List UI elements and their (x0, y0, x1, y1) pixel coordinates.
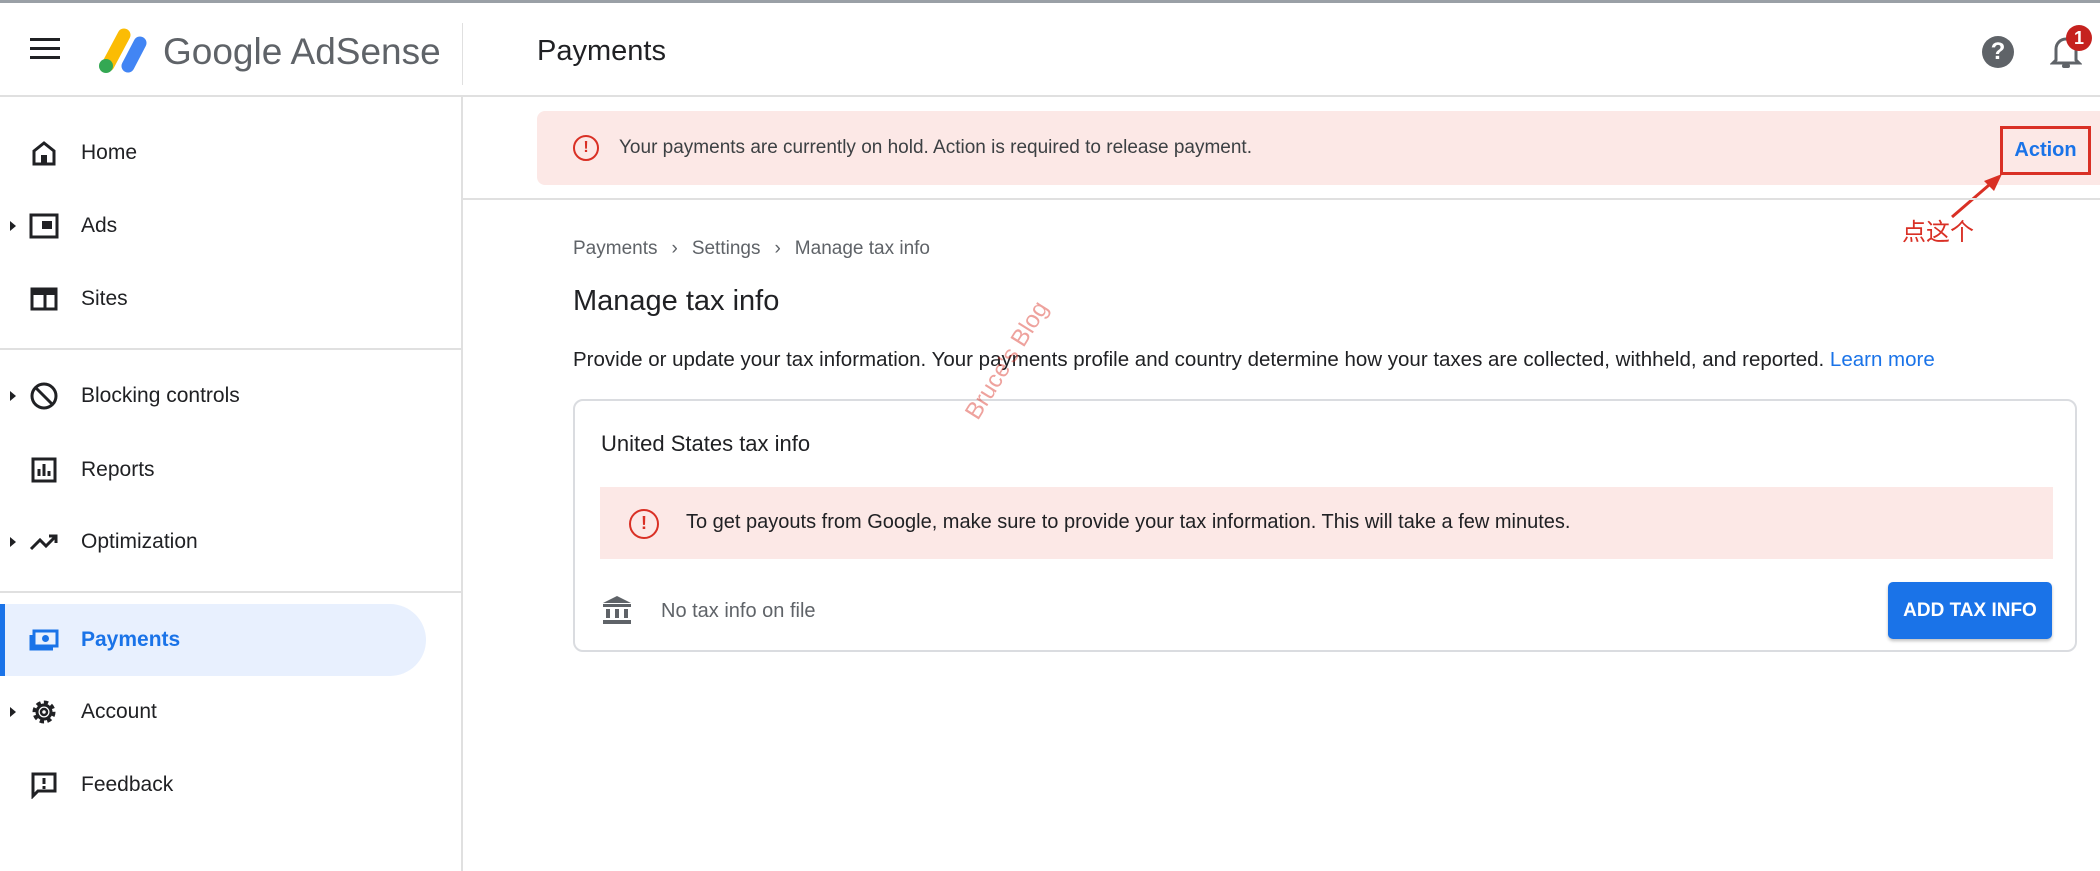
description-text: Provide or update your tax information. … (573, 348, 1825, 371)
sidebar-item-payments[interactable]: Payments (0, 604, 426, 676)
breadcrumb-settings[interactable]: Settings (692, 238, 761, 260)
adsense-logo (99, 28, 147, 73)
sidebar-item-label: Ads (81, 214, 118, 237)
sidebar-item-account[interactable]: Account (0, 676, 426, 748)
breadcrumb: Payments › Settings › Manage tax info (573, 238, 930, 260)
us-tax-info-card: United States tax info ! To get payouts … (573, 399, 2077, 652)
chevron-right-icon: › (671, 238, 678, 259)
trending-up-icon (29, 527, 59, 557)
block-icon (29, 381, 59, 411)
sidebar-item-label: Blocking controls (81, 384, 240, 407)
sidebar: Home Ads Sites Blocking controls Reports… (0, 97, 463, 871)
sidebar-item-optimization[interactable]: Optimization (0, 506, 426, 578)
error-icon: ! (573, 135, 599, 161)
sidebar-divider (0, 591, 463, 593)
home-icon (29, 138, 59, 168)
tax-alert-message: To get payouts from Google, make sure to… (686, 511, 1571, 533)
sidebar-item-blocking-controls[interactable]: Blocking controls (0, 360, 426, 432)
gear-icon (29, 697, 59, 727)
sidebar-divider (0, 348, 463, 350)
sidebar-item-label: Optimization (81, 530, 198, 553)
learn-more-link[interactable]: Learn more (1830, 348, 1935, 371)
feedback-icon (29, 770, 59, 800)
sidebar-item-label: Sites (81, 287, 128, 310)
expand-caret-icon[interactable] (10, 707, 16, 717)
annotation-note: 点这个 (1902, 219, 1974, 246)
tax-alert: ! To get payouts from Google, make sure … (600, 487, 2053, 559)
menu-icon[interactable] (30, 38, 60, 60)
sidebar-item-ads[interactable]: Ads (0, 190, 426, 262)
sidebar-item-reports[interactable]: Reports (0, 434, 426, 506)
payment-hold-banner: ! Your payments are currently on hold. A… (537, 111, 2100, 185)
help-icon[interactable]: ? (1982, 36, 2014, 68)
card-title: United States tax info (601, 431, 811, 456)
sites-icon (29, 284, 59, 314)
chevron-right-icon: › (774, 238, 781, 259)
sidebar-item-label: Account (81, 700, 157, 723)
error-icon: ! (629, 509, 659, 539)
reports-icon (29, 455, 59, 485)
content-divider (463, 198, 2100, 200)
breadcrumb-payments[interactable]: Payments (573, 238, 657, 260)
tax-status: No tax info on file (661, 600, 816, 622)
add-tax-info-button[interactable]: ADD TAX INFO (1888, 582, 2052, 639)
expand-caret-icon[interactable] (10, 221, 16, 231)
page-heading: Manage tax info (573, 285, 780, 317)
sidebar-item-sites[interactable]: Sites (0, 263, 426, 335)
header-divider (462, 23, 463, 85)
page-description: Provide or update your tax information. … (573, 348, 1935, 372)
expand-caret-icon[interactable] (10, 537, 16, 547)
sidebar-item-label: Home (81, 141, 138, 164)
action-button[interactable]: Action (2000, 126, 2091, 175)
sidebar-item-label: Feedback (81, 773, 174, 796)
banner-message: Your payments are currently on hold. Act… (619, 137, 1252, 158)
brand-name[interactable]: Google AdSense (163, 31, 441, 73)
bank-icon (603, 596, 631, 624)
expand-caret-icon[interactable] (10, 391, 16, 401)
sidebar-item-label: Reports (81, 458, 155, 481)
breadcrumb-current: Manage tax info (794, 238, 930, 259)
notification-badge: 1 (2066, 25, 2092, 51)
page-title: Payments (537, 35, 666, 67)
sidebar-item-home[interactable]: Home (0, 117, 426, 189)
top-header: Google AdSense Payments ? 1 (0, 3, 2100, 97)
sidebar-item-label: Payments (81, 628, 181, 651)
sidebar-item-feedback[interactable]: Feedback (0, 749, 426, 821)
ads-icon (29, 211, 59, 241)
payments-icon (29, 625, 59, 655)
